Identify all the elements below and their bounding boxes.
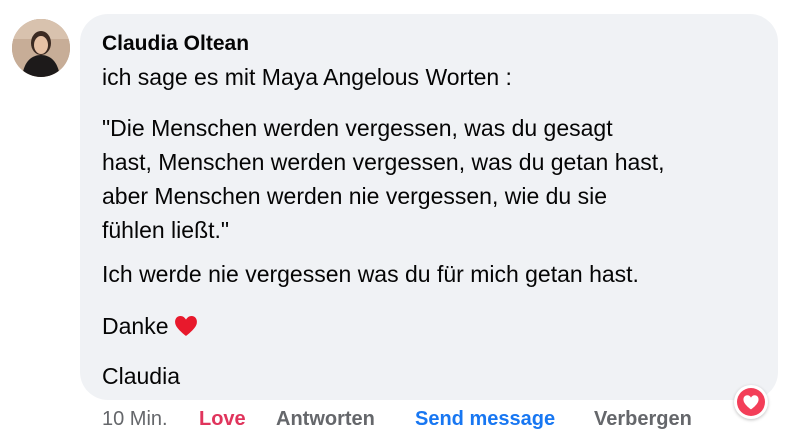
send-message-button[interactable]: Send message xyxy=(415,405,555,433)
quote-line: fühlen ließt." xyxy=(102,217,230,243)
thanks-text: Danke xyxy=(102,313,169,339)
comment-bubble: Claudia Oltean ich sage es mit Maya Ange… xyxy=(80,14,778,400)
avatar-photo xyxy=(12,19,70,77)
red-heart-emoji-icon xyxy=(174,312,198,336)
comment-signature: Claudia xyxy=(102,363,180,389)
comment-quote: "Die Menschen werden vergessen, was du g… xyxy=(102,111,665,247)
love-reaction-badge[interactable] xyxy=(734,385,768,419)
quote-line: hast, Menschen werden vergessen, was du … xyxy=(102,149,665,175)
love-button[interactable]: Love xyxy=(199,405,246,433)
quote-line: aber Menschen werden nie vergessen, wie … xyxy=(102,183,608,209)
love-reaction-icon xyxy=(737,388,765,416)
avatar[interactable] xyxy=(12,19,70,77)
comment-thanks: Danke xyxy=(102,309,198,343)
comment-intro: ich sage es mit Maya Angelous Worten : xyxy=(102,64,512,90)
comment-timestamp[interactable]: 10 Min. xyxy=(102,405,168,433)
comment-author[interactable]: Claudia Oltean xyxy=(102,32,249,56)
reply-button[interactable]: Antworten xyxy=(276,405,375,433)
hide-button[interactable]: Verbergen xyxy=(594,405,692,433)
comment-line: Ich werde nie vergessen was du für mich … xyxy=(102,261,639,287)
quote-line: "Die Menschen werden vergessen, was du g… xyxy=(102,115,613,141)
